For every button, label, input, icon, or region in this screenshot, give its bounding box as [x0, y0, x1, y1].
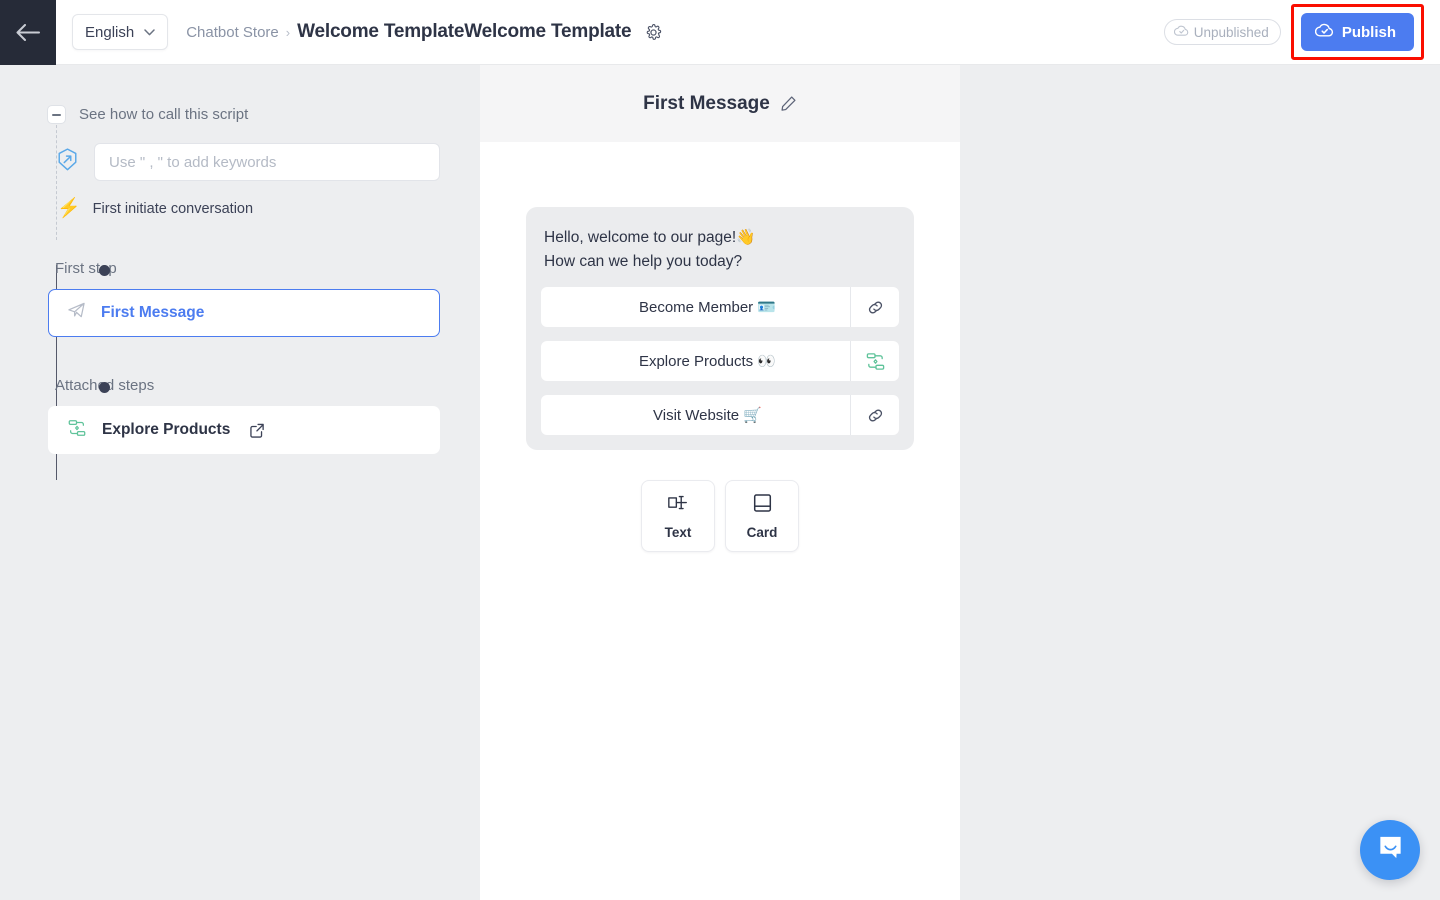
center-panel-header: First Message: [480, 65, 960, 142]
quick-reply-explore-products[interactable]: Explore Products 👀: [541, 341, 899, 382]
status-badge-label: Unpublished: [1193, 24, 1269, 40]
script-call-label: See how to call this script: [79, 106, 249, 123]
publish-button[interactable]: Publish: [1300, 13, 1414, 51]
add-card-block-button[interactable]: Card: [725, 480, 799, 553]
cloud-icon: [1173, 25, 1189, 40]
paper-plane-icon: [67, 301, 86, 325]
quick-reply-become-member[interactable]: Become Member 🪪: [541, 287, 899, 328]
quick-reply-label: Visit Website 🛒: [653, 407, 762, 425]
quick-reply-label: Become Member 🪪: [638, 299, 777, 317]
back-button[interactable]: [0, 0, 56, 65]
header-actions: Unpublished Publish: [1163, 4, 1440, 60]
sidebar-step-first-message[interactable]: First Message: [48, 289, 440, 337]
messenger-chat-icon: [1376, 833, 1405, 867]
timeline-dot-attached-steps: [99, 382, 110, 393]
publish-highlight-box: Publish: [1290, 4, 1424, 60]
arrow-left-icon: [16, 23, 40, 41]
timeline-dashed-connector: [56, 125, 57, 240]
status-badge: Unpublished: [1163, 19, 1281, 45]
sidebar-content: See how to call this script ⚡ First init…: [0, 65, 480, 480]
trigger-row: ⚡ First initiate conversation: [57, 199, 440, 218]
page-title: Welcome TemplateWelcome Template: [297, 21, 632, 42]
step-name-label: Explore Products: [102, 421, 231, 438]
attached-steps-section: Attached steps Explore Products: [48, 377, 440, 454]
attached-steps-label: Attached steps: [55, 377, 155, 394]
message-preview-area: Hello, welcome to our page!👋 How can we …: [480, 142, 960, 553]
step-name-label: First Message: [101, 304, 205, 321]
chevron-down-icon: [144, 28, 155, 36]
lightning-icon: ⚡: [57, 198, 81, 219]
first-step-section: First step First Message: [48, 260, 440, 337]
add-block-label: Text: [664, 524, 692, 540]
center-panel: First Message Hello, welcome to our page…: [480, 65, 960, 900]
card-block-icon: [753, 493, 772, 516]
collapse-toggle-button[interactable]: [47, 105, 66, 124]
tag-arrow-icon: [55, 147, 80, 177]
trigger-label: First initiate conversation: [92, 200, 254, 217]
publish-button-label: Publish: [1341, 23, 1396, 41]
breadcrumb-separator: ›: [285, 24, 291, 40]
bubble-text-line-2: How can we help you today?: [544, 252, 743, 270]
script-call-section-header: See how to call this script: [47, 105, 440, 124]
minus-icon: [52, 113, 61, 116]
bubble-text-line-1: Hello, welcome to our page!👋: [544, 229, 756, 246]
link-icon[interactable]: [850, 287, 899, 328]
cloud-check-icon: [1314, 23, 1334, 42]
keyword-row: [55, 143, 440, 181]
messenger-launcher-button[interactable]: [1360, 820, 1420, 880]
language-label: English: [85, 23, 135, 41]
timeline-dot-first-step: [99, 265, 110, 276]
quick-reply-label: Explore Products 👀: [638, 353, 777, 371]
pencil-icon[interactable]: [780, 95, 797, 112]
add-block-row: Text Card: [526, 480, 914, 553]
left-sidebar: See how to call this script ⚡ First init…: [0, 65, 480, 900]
breadcrumb-parent[interactable]: Chatbot Store: [186, 24, 279, 41]
center-panel-title: First Message: [643, 92, 770, 114]
keywords-input[interactable]: [94, 143, 440, 181]
message-bubble: Hello, welcome to our page!👋 How can we …: [526, 207, 914, 451]
first-step-label: First step: [55, 260, 117, 277]
language-select[interactable]: English: [72, 14, 169, 50]
add-text-block-button[interactable]: Text: [641, 480, 715, 553]
quick-reply-visit-website[interactable]: Visit Website 🛒: [541, 395, 899, 436]
breadcrumb: Chatbot Store › Welcome TemplateWelcome …: [186, 21, 662, 43]
app-root: English Chatbot Store › Welcome Template…: [0, 0, 1440, 900]
flow-icon[interactable]: [850, 341, 899, 382]
text-block-icon: [667, 493, 689, 516]
flow-icon: [67, 418, 87, 443]
add-block-label: Card: [746, 524, 778, 540]
external-link-icon[interactable]: [250, 423, 265, 438]
gear-icon[interactable]: [645, 23, 662, 41]
sidebar-step-explore-products[interactable]: Explore Products: [48, 406, 440, 454]
link-icon[interactable]: [850, 395, 899, 436]
top-header: English Chatbot Store › Welcome Template…: [0, 0, 1440, 65]
